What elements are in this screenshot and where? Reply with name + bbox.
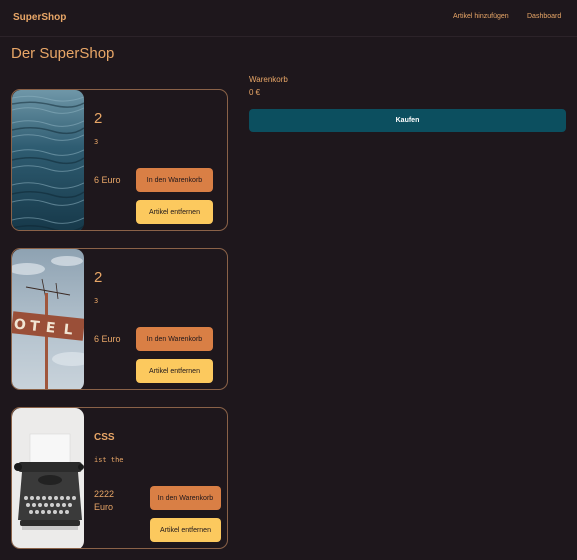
- product-price: 6 Euro: [94, 334, 121, 344]
- add-to-cart-button[interactable]: In den Warenkorb: [136, 168, 213, 192]
- add-to-cart-button[interactable]: In den Warenkorb: [136, 327, 213, 351]
- buy-button[interactable]: Kaufen: [249, 109, 566, 132]
- remove-article-button[interactable]: Artikel entfernen: [150, 518, 221, 542]
- page-title: Der SuperShop: [11, 45, 115, 62]
- product-card: O T E L 2 3 6 Euro In den Warenkorb Arti…: [11, 248, 228, 390]
- product-title: 2: [94, 269, 103, 286]
- svg-text:L: L: [63, 322, 74, 339]
- product-price: 2222 Euro: [94, 489, 115, 512]
- product-image: [12, 90, 84, 230]
- nav-link-add-article[interactable]: Artikel hinzufügen: [453, 13, 509, 20]
- remove-article-button[interactable]: Artikel entfernen: [136, 200, 213, 224]
- product-image: O T E L: [12, 249, 84, 389]
- product-title: 2: [94, 110, 103, 127]
- product-image: [12, 408, 84, 548]
- nav-link-dashboard[interactable]: Dashboard: [527, 13, 561, 20]
- navbar: SuperShop Artikel hinzufügen Dashboard: [0, 0, 577, 37]
- product-description: ist the: [94, 456, 124, 464]
- product-title: CSS: [94, 432, 115, 443]
- cart-label: Warenkorb: [249, 75, 288, 84]
- product-card: 2 3 6 Euro In den Warenkorb Artikel entf…: [11, 89, 228, 231]
- svg-text:E: E: [45, 320, 56, 337]
- hotel-sign-image: O T E L: [12, 249, 84, 389]
- ocean-water-image: [12, 90, 84, 230]
- typewriter-image: [12, 408, 84, 548]
- brand-logo[interactable]: SuperShop: [13, 12, 66, 23]
- product-description: 3: [94, 297, 99, 305]
- add-to-cart-button[interactable]: In den Warenkorb: [150, 486, 221, 510]
- svg-text:O: O: [13, 316, 27, 333]
- product-description: 3: [94, 138, 99, 146]
- product-card: CSS ist the 2222 Euro In den Warenkorb A…: [11, 407, 228, 549]
- product-price: 6 Euro: [94, 175, 121, 185]
- cart-total: 0 €: [249, 88, 261, 97]
- remove-article-button[interactable]: Artikel entfernen: [136, 359, 213, 383]
